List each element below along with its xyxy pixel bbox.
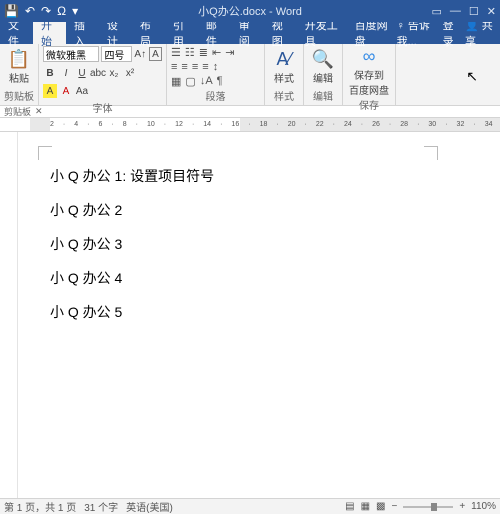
horizontal-ruler[interactable]: 2·4·6·8·10·12·14·16·18·20·22·24·26·28·30… xyxy=(0,118,500,132)
group-font: 微软雅黑 四号 A↑ A B I U abc x₂ x² A A Aa 字体 xyxy=(39,44,167,105)
save-icon[interactable]: 💾 xyxy=(4,4,19,18)
group-label-save: 保存 xyxy=(347,97,391,114)
editing-button[interactable]: 🔍 编辑 xyxy=(308,49,338,85)
doc-line[interactable]: 小 Q 办公 3 xyxy=(50,234,434,254)
spacing-icon[interactable]: ↕ xyxy=(213,61,219,73)
bullets-icon[interactable]: ☰ xyxy=(171,46,181,59)
window-title: 小Q办公.docx - Word xyxy=(198,3,302,19)
group-clipboard: 📋 粘贴 剪贴板 xyxy=(0,44,39,105)
numbering-icon[interactable]: ☷ xyxy=(185,46,195,59)
align-right-icon[interactable]: ≡ xyxy=(192,61,198,73)
close-pane-icon[interactable]: ✕ xyxy=(35,106,43,117)
tab-design[interactable]: 设计 xyxy=(99,22,132,44)
underline-button[interactable]: U xyxy=(75,66,89,80)
group-label-styles: 样式 xyxy=(269,88,299,105)
qat-more-icon[interactable]: ▾ xyxy=(72,4,78,18)
statusbar: 第 1 页，共 1 页 31 个字 英语(美国) ▤ ▦ ▩ − + 110% xyxy=(0,498,500,514)
status-language[interactable]: 英语(美国) xyxy=(126,499,173,514)
group-paragraph: ☰ ☷ ≣ ⇤ ⇥ ≡ ≡ ≡ ≡ ↕ ▦ ▢ ↓A ¶ 段落 xyxy=(167,44,265,105)
find-icon: 🔍 xyxy=(312,49,334,70)
group-label-font: 字体 xyxy=(43,100,162,117)
zoom-level[interactable]: 110% xyxy=(471,501,496,512)
doc-line[interactable]: 小 Q 办公 4 xyxy=(50,268,434,288)
font-color-button[interactable]: A xyxy=(59,84,73,98)
maximize-icon[interactable]: ☐ xyxy=(469,5,479,18)
clipboard-pane-label: 剪贴板 xyxy=(4,105,31,118)
paste-button[interactable]: 📋 粘贴 xyxy=(4,49,34,85)
margin-corner-tl xyxy=(38,146,52,160)
align-center-icon[interactable]: ≡ xyxy=(181,61,187,73)
tab-references[interactable]: 引用 xyxy=(165,22,198,44)
doc-line[interactable]: 小 Q 办公 5 xyxy=(50,302,434,322)
bold-button[interactable]: B xyxy=(43,66,57,80)
char-shading-button[interactable]: Aa xyxy=(75,84,89,98)
quick-access-toolbar: 💾 ↶ ↷ Ω ▾ xyxy=(4,4,78,18)
shading-icon[interactable]: ▦ xyxy=(171,75,181,88)
tab-dev[interactable]: 开发工具 xyxy=(297,22,347,44)
ribbon-options-icon[interactable]: ▭ xyxy=(432,5,442,18)
ribbon: 📋 粘贴 剪贴板 微软雅黑 四号 A↑ A B I U abc x₂ x² A xyxy=(0,44,500,106)
page-scroll[interactable]: 小 Q 办公 1: 设置项目符号 小 Q 办公 2 小 Q 办公 3 小 Q 办… xyxy=(18,132,500,498)
clipboard-icon: 📋 xyxy=(8,49,30,70)
view-web-icon[interactable]: ▩ xyxy=(376,501,385,512)
superscript-button[interactable]: x² xyxy=(123,66,137,80)
close-icon[interactable]: ✕ xyxy=(487,5,496,18)
doc-line[interactable]: 小 Q 办公 1: 设置项目符号 xyxy=(50,166,434,186)
minimize-icon[interactable]: — xyxy=(450,5,461,18)
indent-right-icon[interactable]: ⇥ xyxy=(225,46,234,59)
tab-review[interactable]: 审阅 xyxy=(231,22,264,44)
view-print-icon[interactable]: ▦ xyxy=(361,501,370,512)
vertical-ruler[interactable] xyxy=(0,132,18,498)
tab-view[interactable]: 视图 xyxy=(264,22,297,44)
zoom-out-icon[interactable]: − xyxy=(391,501,397,512)
char-box-icon[interactable]: A xyxy=(149,47,162,61)
group-save: ∞ 保存到 百度网盘 保存 xyxy=(343,44,396,105)
justify-icon[interactable]: ≡ xyxy=(202,61,208,73)
symbol-icon[interactable]: Ω xyxy=(57,4,66,18)
zoom-in-icon[interactable]: + xyxy=(459,501,465,512)
view-read-icon[interactable]: ▤ xyxy=(345,501,354,512)
styles-icon: A⁄ xyxy=(276,49,291,70)
font-size-select[interactable]: 四号 xyxy=(101,46,131,62)
group-editing: 🔍 编辑 编辑 xyxy=(304,44,343,105)
tab-layout[interactable]: 布局 xyxy=(132,22,165,44)
document-page[interactable]: 小 Q 办公 1: 设置项目符号 小 Q 办公 2 小 Q 办公 3 小 Q 办… xyxy=(30,132,450,498)
show-marks-icon[interactable]: ¶ xyxy=(217,75,223,88)
indent-left-icon[interactable]: ⇤ xyxy=(212,46,221,59)
group-label-editing: 编辑 xyxy=(308,88,338,105)
italic-button[interactable]: I xyxy=(59,66,73,80)
align-left-icon[interactable]: ≡ xyxy=(171,61,177,73)
ribbon-tabs: 文件 开始 插入 设计 布局 引用 邮件 审阅 视图 开发工具 百度网盘 ♀ 告… xyxy=(0,22,500,44)
styles-button[interactable]: A⁄ 样式 xyxy=(269,49,299,85)
sort-icon[interactable]: ↓A xyxy=(200,75,213,88)
doc-line[interactable]: 小 Q 办公 2 xyxy=(50,200,434,220)
tab-home[interactable]: 开始 xyxy=(33,22,66,44)
tab-insert[interactable]: 插入 xyxy=(66,22,99,44)
margin-corner-tr xyxy=(424,146,438,160)
tab-baidu[interactable]: 百度网盘 xyxy=(347,22,397,44)
highlight-button[interactable]: A xyxy=(43,84,57,98)
strike-button[interactable]: abc xyxy=(91,66,105,80)
status-page[interactable]: 第 1 页，共 1 页 xyxy=(4,499,76,514)
tab-mailings[interactable]: 邮件 xyxy=(198,22,231,44)
baidu-cloud-icon: ∞ xyxy=(363,46,376,67)
redo-icon[interactable]: ↷ xyxy=(41,4,51,18)
undo-icon[interactable]: ↶ xyxy=(25,4,35,18)
subscript-button[interactable]: x₂ xyxy=(107,66,121,80)
borders-icon[interactable]: ▢ xyxy=(185,75,195,88)
tab-file[interactable]: 文件 xyxy=(0,22,33,44)
save-baidu-button[interactable]: ∞ 保存到 百度网盘 xyxy=(347,46,391,97)
content-area: 小 Q 办公 1: 设置项目符号 小 Q 办公 2 小 Q 办公 3 小 Q 办… xyxy=(0,132,500,498)
zoom-slider[interactable] xyxy=(403,506,453,508)
window-controls: ▭ — ☐ ✕ xyxy=(432,5,497,18)
grow-font-icon[interactable]: A↑ xyxy=(134,47,147,61)
group-label-clipboard: 剪贴板 xyxy=(4,88,34,105)
status-words[interactable]: 31 个字 xyxy=(84,499,118,514)
group-styles: A⁄ 样式 样式 xyxy=(265,44,304,105)
multilevel-icon[interactable]: ≣ xyxy=(199,46,208,59)
group-label-paragraph: 段落 xyxy=(171,88,260,105)
titlebar: 💾 ↶ ↷ Ω ▾ 小Q办公.docx - Word ▭ — ☐ ✕ xyxy=(0,0,500,22)
font-name-select[interactable]: 微软雅黑 xyxy=(43,46,99,62)
